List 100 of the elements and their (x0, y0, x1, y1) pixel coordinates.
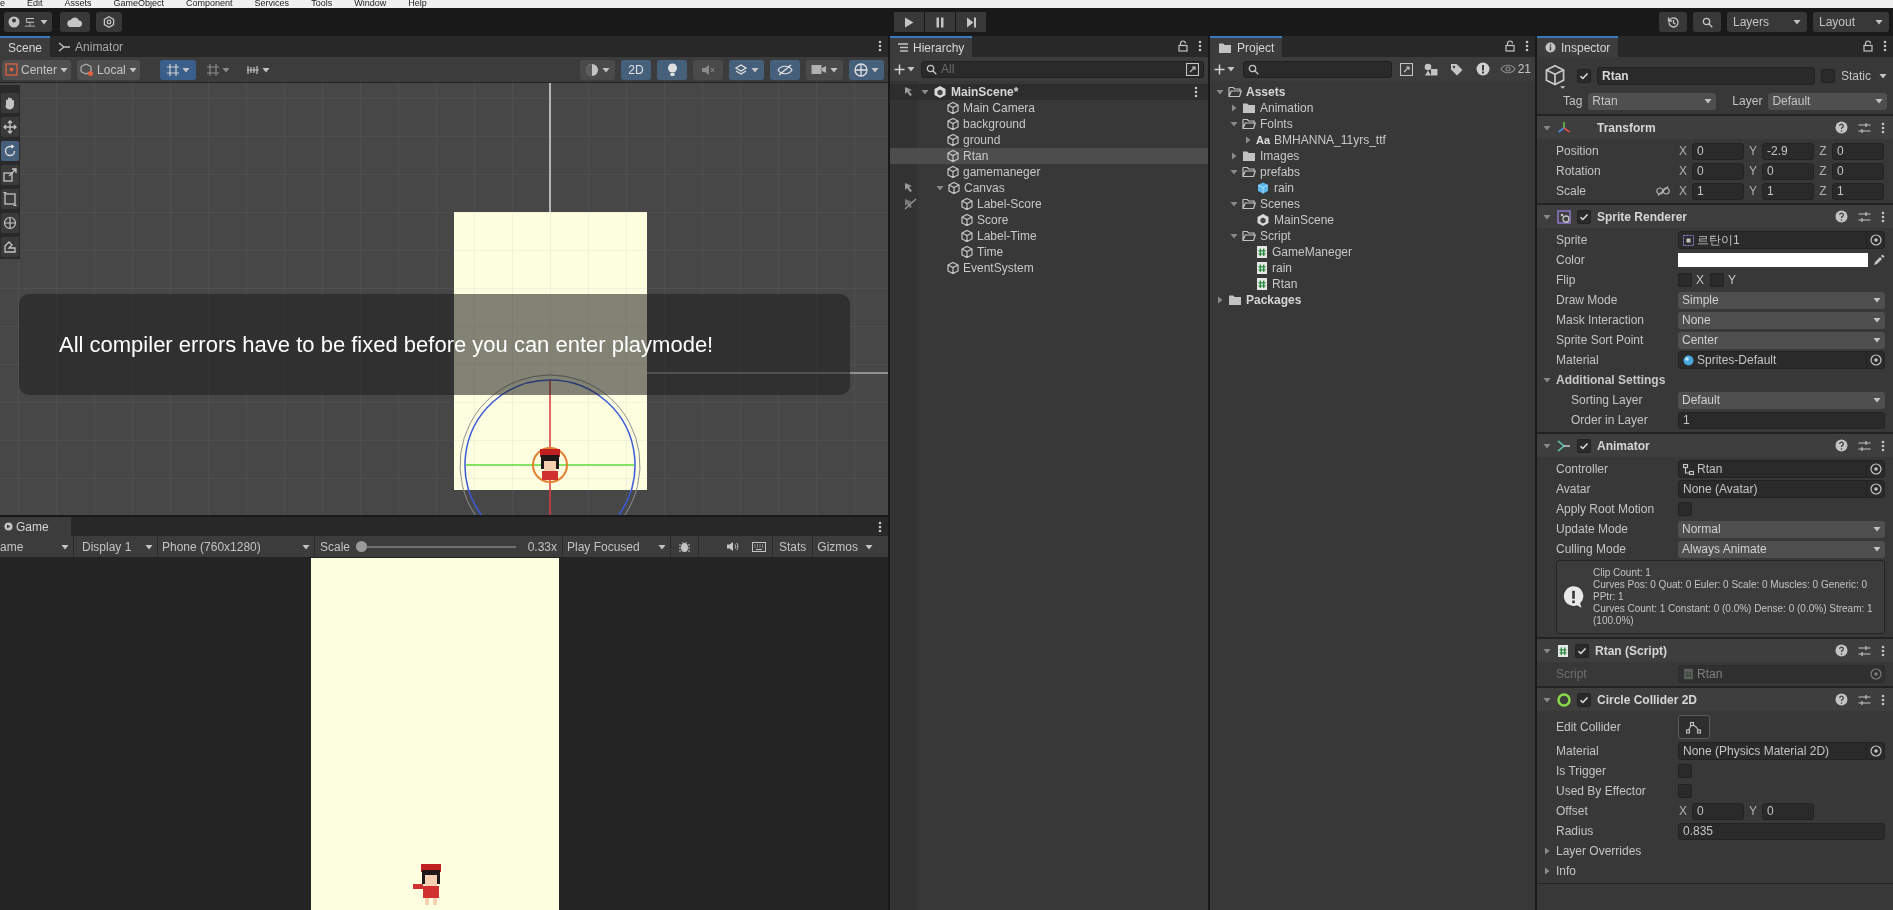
account-dropdown[interactable]: 도 (4, 12, 52, 32)
play-mode-dropdown[interactable]: Play Focused (563, 535, 671, 558)
project-tab[interactable]: Project (1210, 36, 1283, 57)
scene-tool-button[interactable] (1, 237, 19, 257)
grid-snap-button[interactable] (159, 59, 196, 80)
game-view-dropdown[interactable]: ame (0, 535, 74, 558)
play-button[interactable] (894, 12, 924, 32)
scene-tab[interactable]: Scene (0, 36, 51, 57)
number-field[interactable]: -2.9 (1762, 142, 1814, 160)
presets-icon[interactable] (1858, 439, 1871, 452)
gizmos-toggle[interactable] (849, 59, 884, 80)
collapse-arrow-icon[interactable] (1230, 168, 1238, 176)
object-field[interactable]: Rtan (1678, 460, 1885, 478)
number-field[interactable]: 0 (1832, 162, 1884, 180)
menu-item[interactable]: Services (254, 0, 290, 8)
foldout-label[interactable]: Layer Overrides (1556, 842, 1642, 860)
collapse-arrow-icon[interactable] (1543, 646, 1551, 655)
hierarchy-item[interactable]: gamemaneger (890, 164, 1208, 180)
scene-tool-button[interactable] (1, 189, 19, 209)
number-field[interactable]: 0 (1762, 162, 1814, 180)
dropdown[interactable]: Center (1678, 331, 1885, 349)
pause-button[interactable] (925, 12, 955, 32)
effects-toggle[interactable] (729, 59, 764, 80)
project-item[interactable]: Rtan (1210, 276, 1535, 292)
number-field[interactable]: 0 (1692, 142, 1744, 160)
object-field[interactable]: None (Avatar) (1678, 480, 1885, 498)
menu-item[interactable]: e (0, 0, 5, 8)
project-item[interactable]: Script (1210, 228, 1535, 244)
collapse-arrow-icon[interactable] (1216, 88, 1224, 96)
visibility-toggle[interactable] (770, 59, 800, 80)
checkbox[interactable] (1577, 209, 1591, 224)
scene-tool-button[interactable] (1, 141, 19, 161)
lighting-toggle[interactable] (657, 59, 687, 80)
number-field[interactable]: 1 (1762, 182, 1814, 200)
dropdown[interactable]: None (1678, 311, 1885, 329)
expand-arrow-icon[interactable] (1216, 296, 1224, 304)
cloud-button[interactable] (60, 12, 90, 32)
pivot-dropdown[interactable]: Center (2, 59, 72, 80)
scene-tool-button[interactable] (1, 165, 19, 185)
number-field[interactable]: 0 (1832, 142, 1884, 160)
hierarchy-item[interactable]: EventSystem (890, 260, 1208, 276)
display-dropdown[interactable]: Display 1 (74, 535, 158, 558)
hierarchy-item[interactable]: Main Camera (890, 100, 1208, 116)
camera-toggle[interactable] (806, 59, 843, 80)
foldout-label[interactable]: Info (1556, 862, 1576, 880)
more-menu-icon[interactable] (1883, 40, 1887, 52)
checkbox[interactable] (1577, 692, 1591, 707)
project-item[interactable]: MainScene (1210, 212, 1535, 228)
scene-search-icon[interactable] (1186, 62, 1199, 76)
number-field[interactable]: 0 (1692, 162, 1744, 180)
object-picker-icon[interactable] (1869, 234, 1882, 246)
menu-item[interactable]: Component (186, 0, 233, 8)
more-menu-icon[interactable] (1881, 210, 1885, 223)
hidden-packages-button[interactable]: 21 (1497, 60, 1531, 78)
dropdown[interactable]: Simple (1678, 291, 1885, 309)
dropdown[interactable]: Always Animate (1678, 540, 1885, 558)
project-item[interactable]: Assets (1210, 84, 1535, 100)
project-item[interactable]: Animation (1210, 100, 1535, 116)
help-icon[interactable] (1835, 644, 1848, 657)
project-item[interactable]: GameManeger (1210, 244, 1535, 260)
object-picker-icon[interactable] (1869, 354, 1882, 366)
component-header[interactable]: Rtan (Script) (1537, 638, 1893, 662)
slider-thumb[interactable] (356, 540, 368, 552)
create-dropdown[interactable] (1214, 63, 1235, 75)
menu-item[interactable]: Edit (27, 0, 43, 8)
presets-icon[interactable] (1858, 693, 1871, 706)
number-field[interactable]: 1 (1692, 182, 1744, 200)
collapse-arrow-icon[interactable] (1230, 200, 1238, 208)
expand-arrow-icon[interactable] (1543, 847, 1551, 855)
collapse-arrow-icon[interactable] (1543, 123, 1551, 132)
presets-icon[interactable] (1858, 644, 1871, 657)
menu-item[interactable]: Assets (64, 0, 92, 8)
text-field[interactable]: 0.835 (1678, 822, 1885, 840)
resolution-dropdown[interactable]: Phone (760x1280) (158, 535, 315, 558)
eyedropper-icon[interactable] (1873, 254, 1885, 266)
hierarchy-item[interactable]: Canvas (890, 180, 1208, 196)
project-item[interactable]: Scenes (1210, 196, 1535, 212)
search-button[interactable] (1693, 12, 1721, 32)
component-header[interactable]: Transform (1537, 115, 1893, 139)
project-item[interactable]: Aa BMHANNA_11yrs_ttf (1210, 132, 1535, 148)
lock-icon[interactable] (1863, 40, 1873, 52)
collapse-arrow-icon[interactable] (1230, 232, 1238, 240)
more-menu-icon[interactable] (878, 521, 882, 533)
hierarchy-item[interactable]: background (890, 116, 1208, 132)
help-icon[interactable] (1835, 439, 1848, 452)
2d-toggle[interactable]: 2D (621, 59, 651, 80)
tag-dropdown[interactable]: Rtan (1588, 92, 1717, 110)
collapse-arrow-icon[interactable] (1543, 441, 1551, 450)
more-menu-icon[interactable] (1881, 693, 1885, 706)
checkbox[interactable] (1575, 643, 1589, 658)
inspector-tab[interactable]: Inspector (1537, 36, 1619, 57)
audio-toggle[interactable] (693, 59, 723, 80)
menu-item[interactable]: Help (408, 0, 427, 8)
project-item[interactable]: Images (1210, 148, 1535, 164)
expand-arrow-icon[interactable] (1230, 104, 1238, 112)
layers-dropdown[interactable]: Layers (1727, 12, 1807, 32)
object-field[interactable]: None (Physics Material 2D) (1678, 742, 1885, 760)
space-dropdown[interactable]: Local (77, 59, 140, 80)
edit-collider-button[interactable] (1678, 715, 1710, 739)
number-field[interactable]: 0 (1692, 802, 1744, 820)
